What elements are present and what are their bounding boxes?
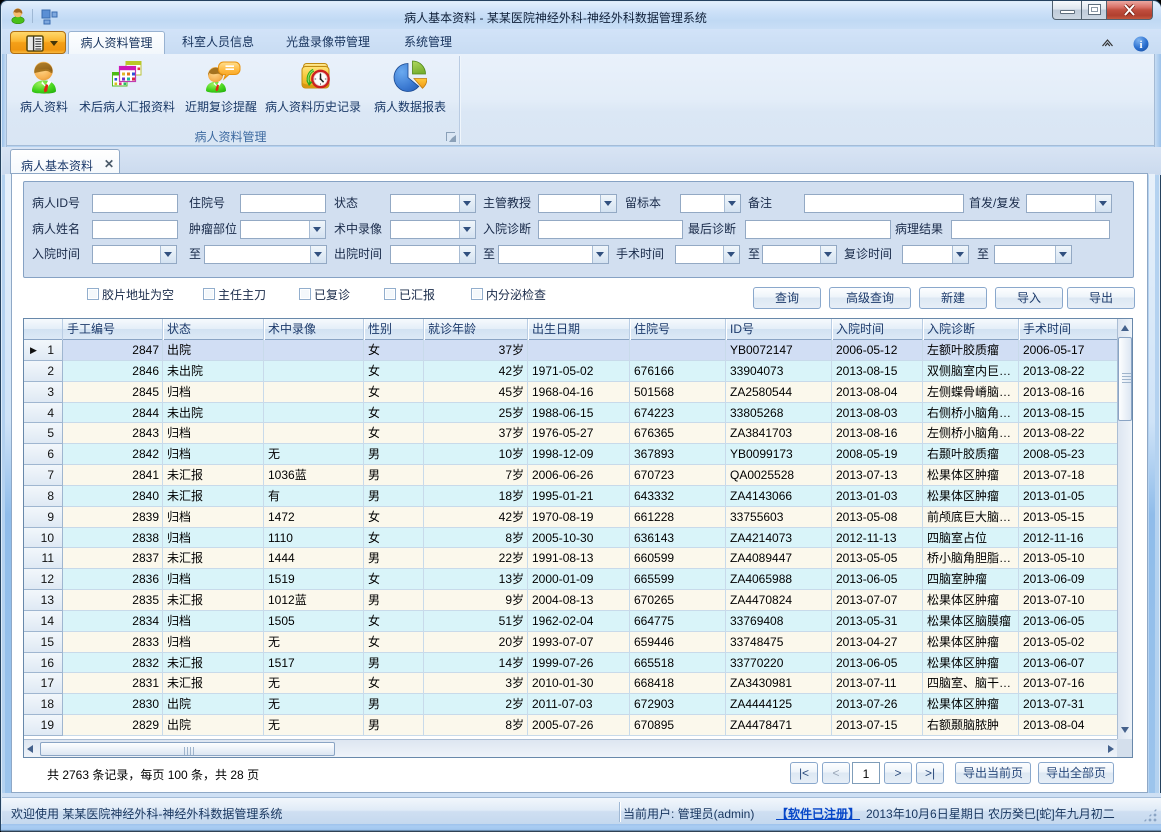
svg-text:i: i [1139,39,1142,51]
